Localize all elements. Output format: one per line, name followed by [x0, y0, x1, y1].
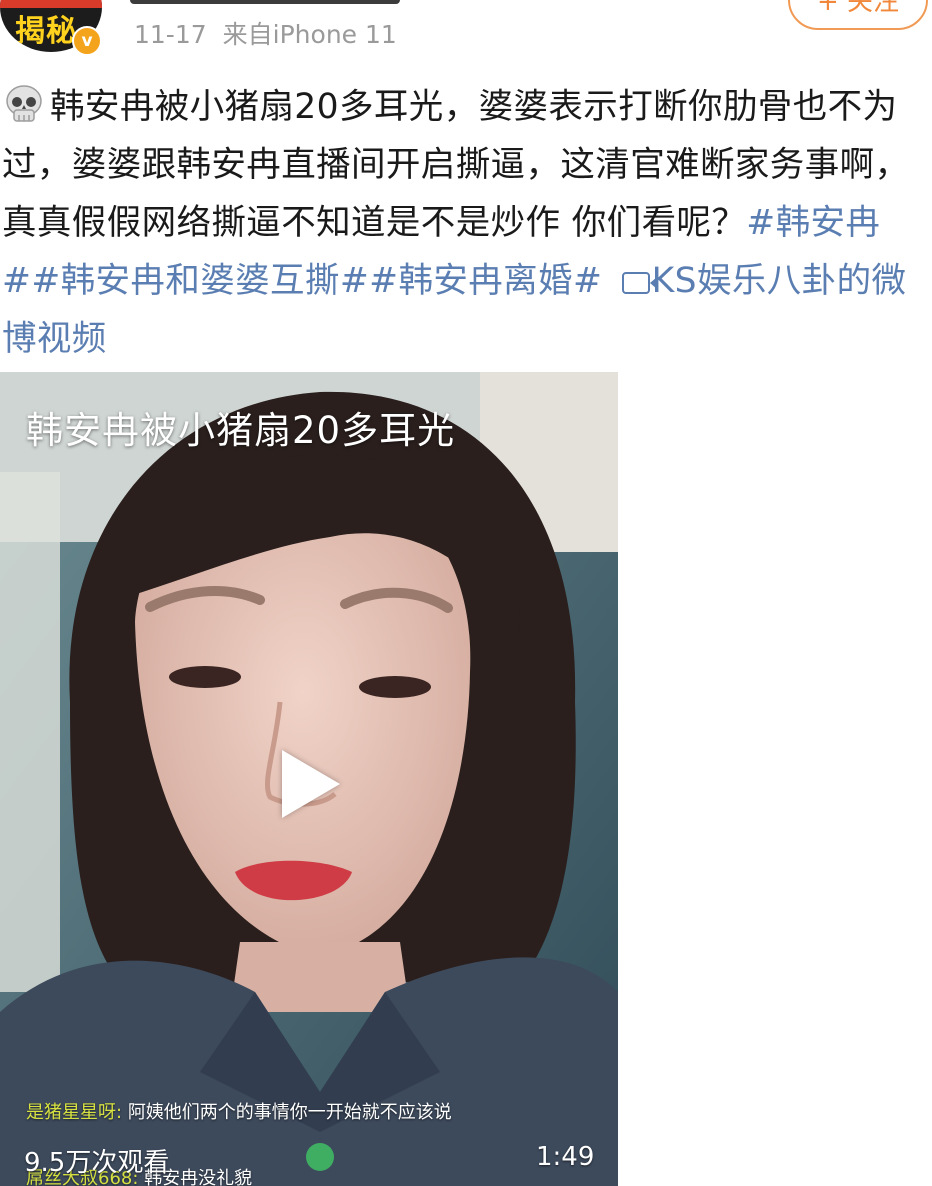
video-duration: 1:49 [536, 1142, 595, 1172]
skull-emoji-icon [2, 84, 46, 124]
video-player[interactable]: 韩安冉被小猪扇20多耳光 是猪星星呀: 阿姨他们两个的事情你一开始就不应该说 屌… [0, 372, 618, 1186]
live-comment: 是猪星星呀: 阿姨他们两个的事情你一开始就不应该说 [26, 1098, 456, 1124]
post-body: 韩安冉被小猪扇20多耳光，婆婆表示打断你肋骨也不为过，婆婆跟韩安冉直播间开启撕逼… [2, 78, 930, 368]
follow-button[interactable]: + 关注 [788, 0, 928, 30]
hashtag-link[interactable]: #韩安冉离婚# [369, 261, 602, 301]
hashtag-link[interactable]: #韩安冉和婆婆互撕# [31, 261, 369, 301]
view-count: 9.5万次观看 [24, 1148, 170, 1178]
post-meta: 11-17 来自iPhone 11 [134, 15, 413, 51]
video-link-icon [621, 271, 657, 294]
avatar-label: 揭秘 [15, 14, 77, 49]
post-date: 11-17 [134, 20, 207, 49]
play-icon[interactable] [282, 750, 340, 818]
video-title: 韩安冉被小猪扇20多耳光 [26, 409, 456, 452]
username[interactable] [130, 0, 400, 4]
comment-user: 是猪星星呀: [26, 1102, 123, 1123]
comment-text: 阿姨他们两个的事情你一开始就不应该说 [127, 1102, 452, 1123]
verified-badge-icon: v [72, 26, 102, 56]
post-source: 来自iPhone 11 [222, 20, 397, 49]
